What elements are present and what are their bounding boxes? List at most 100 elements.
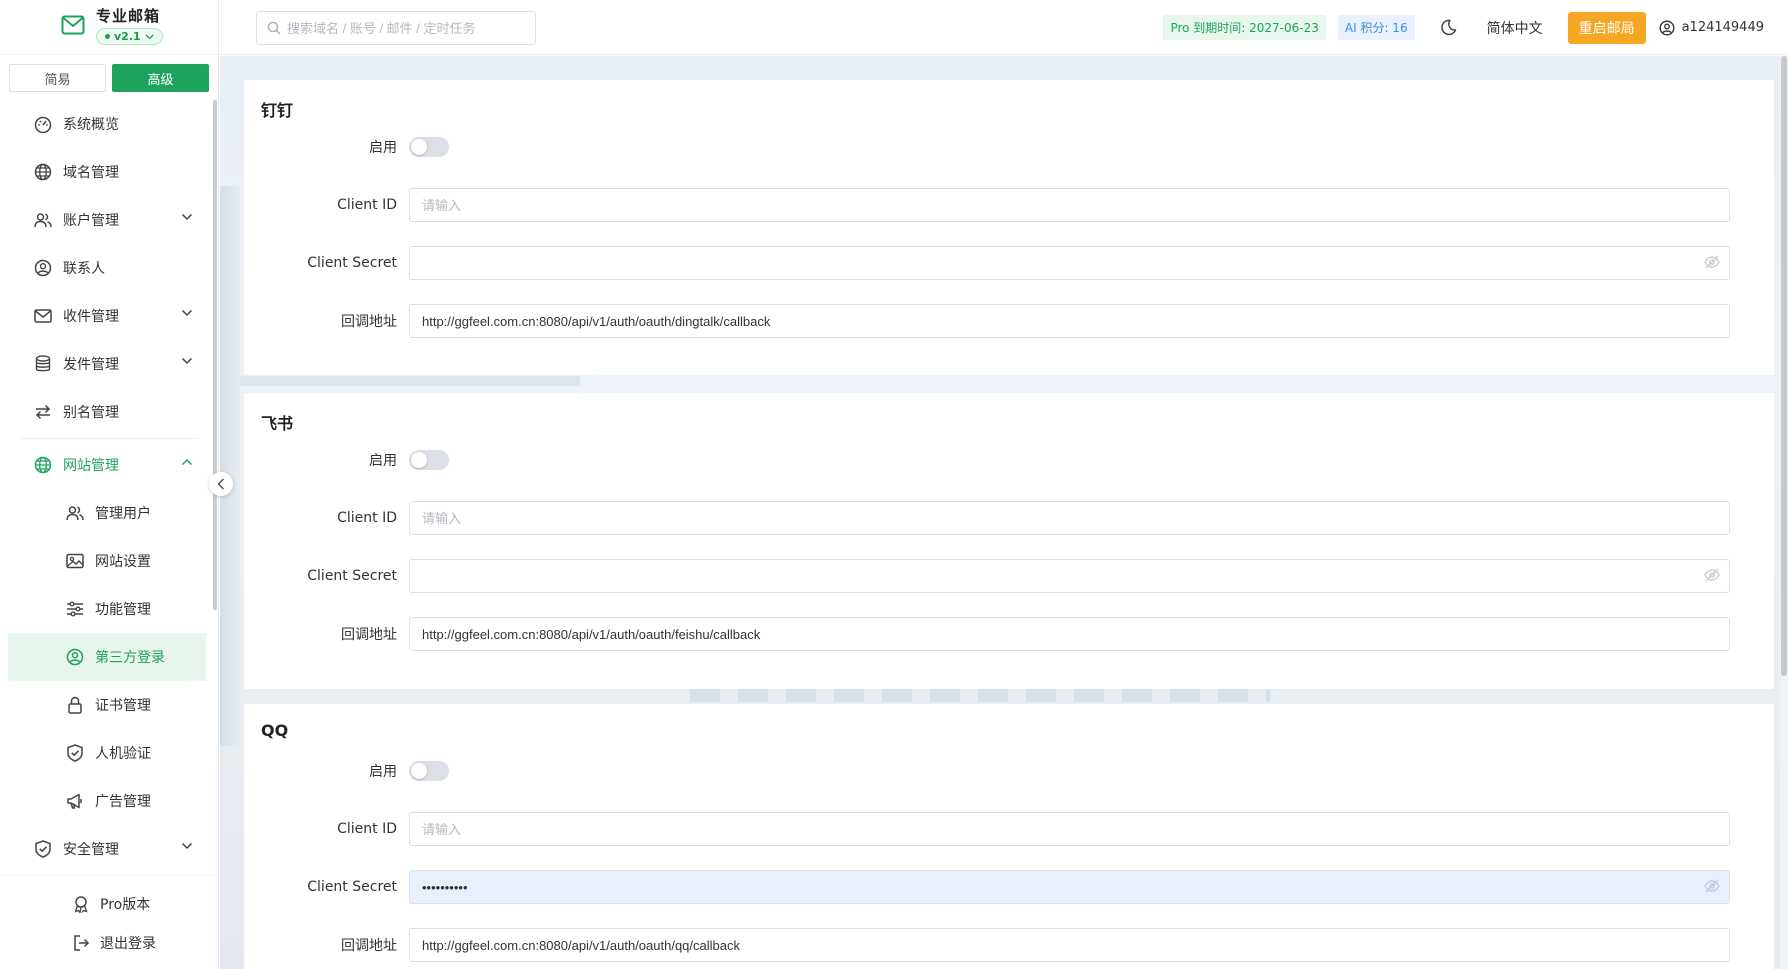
sidebar-item-features[interactable]: 功能管理: [0, 585, 219, 633]
sidebar-item-label: 安全管理: [63, 842, 119, 858]
version-badge[interactable]: v2.1: [96, 28, 163, 45]
advanced-mode-button[interactable]: 高级: [112, 64, 209, 92]
sidebar-item-captcha[interactable]: 人机验证: [0, 729, 219, 777]
form-row-callback: 回调地址: [244, 928, 1774, 962]
chevron-down-icon: [181, 357, 193, 365]
feishu-client-id-input[interactable]: [409, 501, 1730, 535]
form-label: 启用: [369, 764, 397, 780]
main-scrollbar[interactable]: [1780, 56, 1788, 969]
globe-icon: [33, 162, 53, 182]
sidebar-item-certificates[interactable]: 证书管理: [0, 681, 219, 729]
dingtalk-enable-toggle[interactable]: [409, 137, 449, 157]
shield-check-icon: [65, 743, 85, 763]
brand: 专业邮箱 v2.1: [0, 0, 218, 55]
form-row-callback: 回调地址: [244, 617, 1774, 651]
global-search[interactable]: [256, 11, 536, 45]
feishu-enable-toggle[interactable]: [409, 450, 449, 470]
contact-icon: [33, 258, 53, 278]
form-label: Client ID: [337, 821, 397, 837]
qq-callback-input[interactable]: [409, 928, 1730, 962]
feishu-client-secret-input[interactable]: [409, 559, 1730, 593]
user-circle-icon: [65, 647, 85, 667]
form-row-callback: 回调地址: [244, 304, 1774, 338]
header-actions: Pro 到期时间: 2027-06-23 AI 积分: 16 简体中文 重启邮局…: [1163, 0, 1764, 55]
sidebar-item-label: 管理用户: [95, 506, 151, 522]
eye-off-icon[interactable]: [1704, 568, 1720, 582]
brand-title: 专业邮箱: [96, 7, 161, 25]
chevron-down-icon: [145, 34, 154, 39]
form-row-client-secret: Client Secret: [244, 559, 1774, 593]
logout-link[interactable]: 退出登录: [0, 923, 219, 962]
feishu-card: 飞书 启用 Client ID Client Secret 回调地址: [244, 393, 1774, 689]
sidebar-item-label: 域名管理: [63, 165, 119, 181]
shield-check-icon: [33, 839, 53, 859]
card-title: 飞书: [261, 414, 294, 433]
sidebar-item-inbox[interactable]: 收件管理: [0, 292, 219, 340]
sidebar: 专业邮箱 v2.1 简易 高级 系统概览 域名管理 账户管理 联系人 收件管理 …: [0, 0, 219, 969]
user-circle-icon: [1659, 19, 1675, 36]
qq-client-id-input[interactable]: [409, 812, 1730, 846]
dingtalk-callback-input[interactable]: [409, 304, 1730, 338]
form-row-client-secret: Client Secret: [244, 870, 1774, 904]
image-icon: [65, 551, 85, 571]
sidebar-item-domains[interactable]: 域名管理: [0, 148, 219, 196]
background-decoration: [240, 376, 580, 386]
menu-divider: [20, 438, 199, 439]
eye-off-icon[interactable]: [1704, 255, 1720, 269]
sidebar-item-website[interactable]: 网站管理: [0, 441, 219, 489]
dark-mode-toggle[interactable]: [1440, 19, 1457, 36]
form-label: Client ID: [337, 510, 397, 526]
sidebar-item-aliases[interactable]: 别名管理: [0, 388, 219, 436]
lock-icon: [65, 695, 85, 715]
feishu-callback-input[interactable]: [409, 617, 1730, 651]
eye-off-icon[interactable]: [1704, 879, 1720, 893]
form-row-enable: 启用: [244, 130, 1774, 164]
status-dot-icon: [105, 34, 110, 39]
pro-version-label: Pro版本: [100, 896, 151, 913]
sidebar-item-site-settings[interactable]: 网站设置: [0, 537, 219, 585]
restart-mailserver-button[interactable]: 重启邮局: [1567, 11, 1646, 44]
sidebar-item-label: 网站设置: [95, 554, 151, 570]
top-header: Pro 到期时间: 2027-06-23 AI 积分: 16 简体中文 重启邮局…: [220, 0, 1788, 55]
sidebar-item-admin-users[interactable]: 管理用户: [0, 489, 219, 537]
swap-arrows-icon: [33, 402, 53, 422]
language-selector[interactable]: 简体中文: [1487, 18, 1543, 38]
sidebar-menu: 系统概览 域名管理 账户管理 联系人 收件管理 发件管理 别名管理 网站管理 管…: [0, 100, 219, 875]
pro-expiry-badge: Pro 到期时间: 2027-06-23: [1163, 15, 1326, 40]
collapse-sidebar-button[interactable]: [209, 472, 233, 496]
sidebar-item-outbox[interactable]: 发件管理: [0, 340, 219, 388]
sidebar-item-label: 系统概览: [63, 117, 119, 133]
sidebar-item-label: 第三方登录: [95, 650, 165, 666]
username: a124149449: [1681, 20, 1764, 35]
sidebar-item-security[interactable]: 安全管理: [0, 825, 219, 873]
form-label: 启用: [369, 453, 397, 469]
simple-mode-button[interactable]: 简易: [9, 64, 106, 92]
form-row-client-id: Client ID: [244, 188, 1774, 222]
award-icon: [72, 895, 92, 913]
form-row-client-id: Client ID: [244, 501, 1774, 535]
user-menu[interactable]: a124149449: [1659, 19, 1764, 36]
qq-enable-toggle[interactable]: [409, 761, 449, 781]
sidebar-item-ads[interactable]: 广告管理: [0, 777, 219, 825]
sidebar-item-contacts[interactable]: 联系人: [0, 244, 219, 292]
database-icon: [33, 354, 53, 374]
sidebar-item-label: 发件管理: [63, 357, 119, 373]
pro-version-link[interactable]: Pro版本: [0, 884, 219, 923]
sidebar-item-label: 别名管理: [63, 405, 119, 421]
globe-icon: [33, 455, 53, 475]
form-label: 回调地址: [341, 627, 397, 643]
dingtalk-client-secret-input[interactable]: [409, 246, 1730, 280]
scrollbar-thumb[interactable]: [1781, 56, 1787, 676]
form-row-enable: 启用: [244, 754, 1774, 788]
sidebar-item-third-party-login[interactable]: 第三方登录: [8, 633, 206, 681]
ai-credits-badge: AI 积分: 16: [1337, 15, 1415, 40]
users-icon: [33, 210, 53, 230]
search-input[interactable]: [287, 20, 512, 36]
sidebar-item-label: 网站管理: [63, 458, 119, 474]
sidebar-item-overview[interactable]: 系统概览: [0, 100, 219, 148]
form-row-client-id: Client ID: [244, 812, 1774, 846]
dingtalk-client-id-input[interactable]: [409, 188, 1730, 222]
sidebar-item-accounts[interactable]: 账户管理: [0, 196, 219, 244]
sidebar-item-label: 功能管理: [95, 602, 151, 618]
qq-client-secret-input[interactable]: [409, 870, 1730, 904]
